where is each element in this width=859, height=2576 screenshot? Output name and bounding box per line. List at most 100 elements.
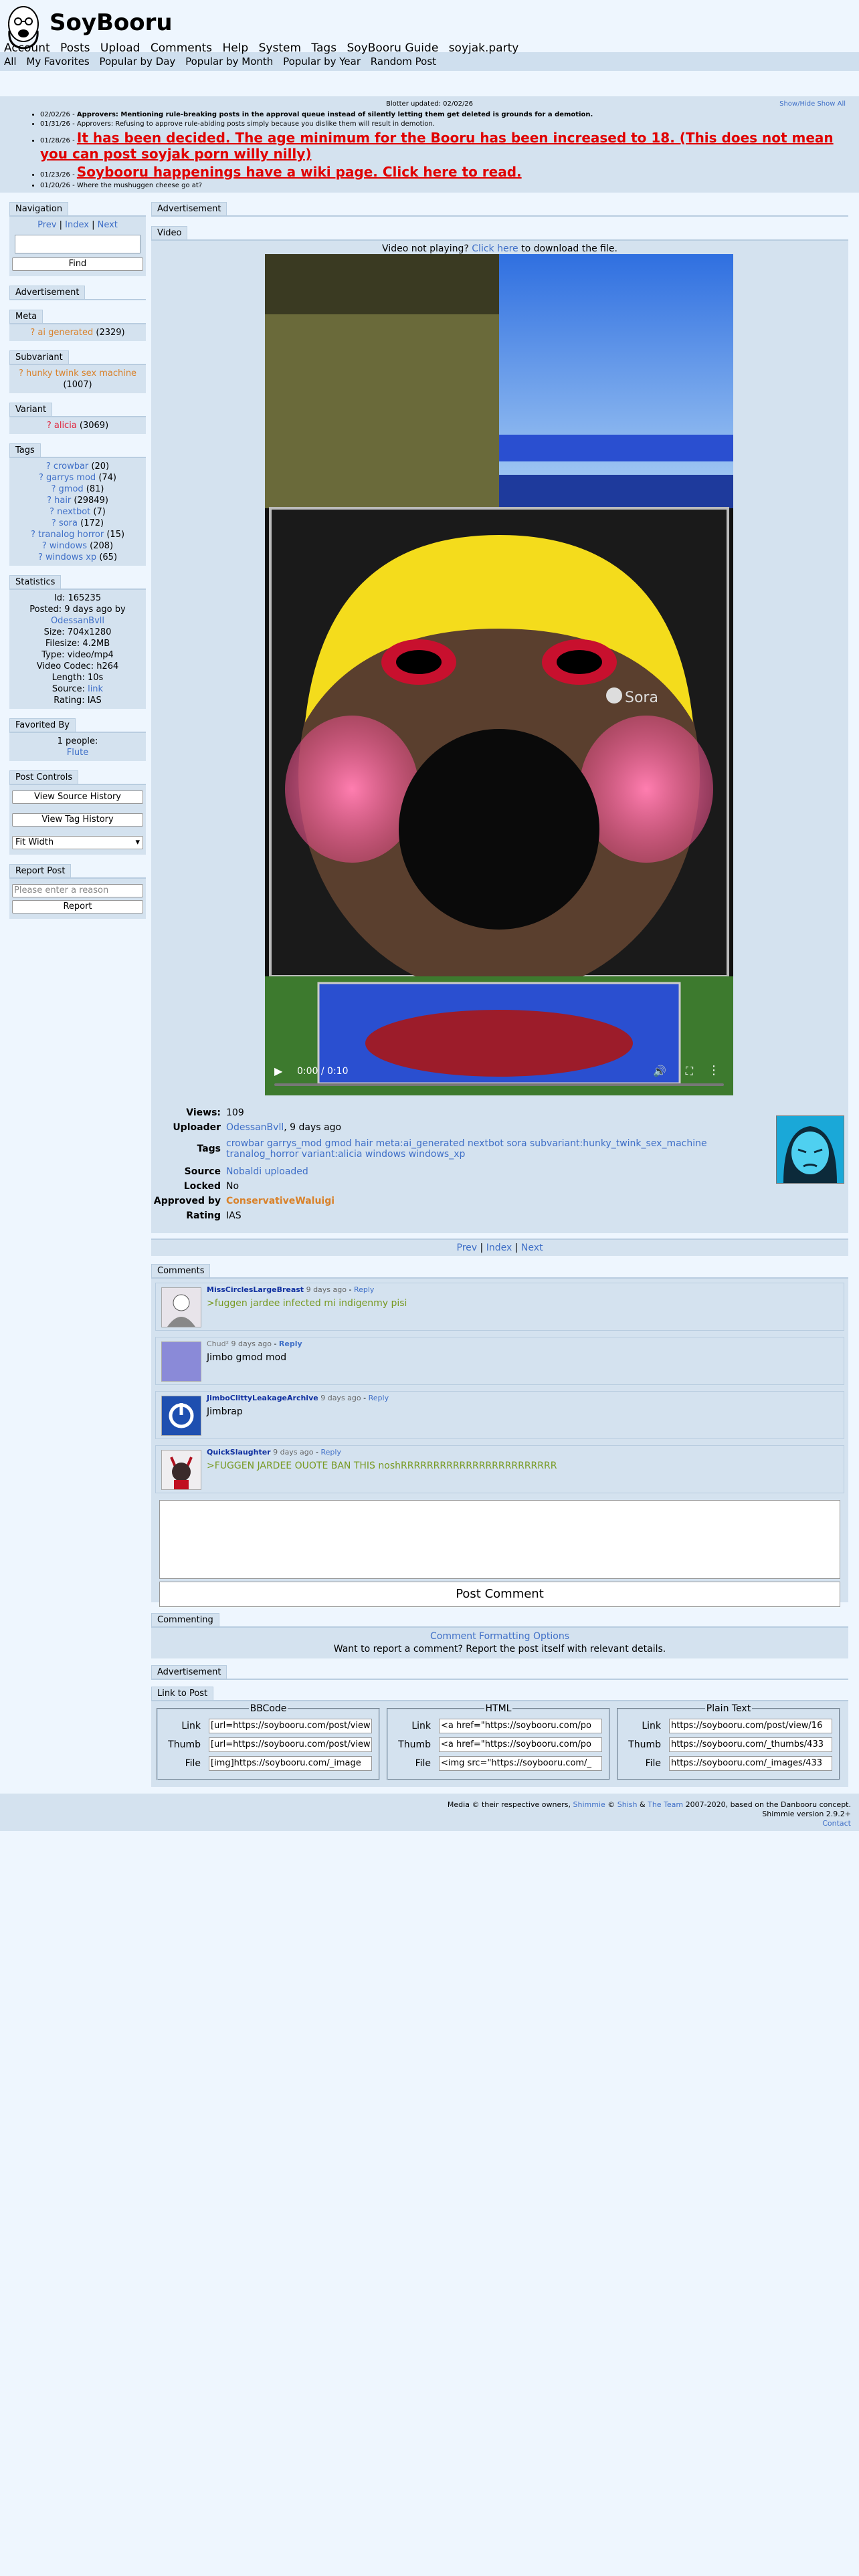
post-thumbnail[interactable] bbox=[776, 1115, 844, 1184]
report-button[interactable]: Report bbox=[12, 900, 143, 914]
nav-comments[interactable]: Comments bbox=[151, 41, 212, 55]
avatar[interactable] bbox=[161, 1450, 201, 1490]
comment: JimboClittyLeakageArchive 9 days ago - R… bbox=[155, 1391, 844, 1439]
tag-link[interactable]: ? hair bbox=[47, 496, 71, 506]
next-link[interactable]: Next bbox=[521, 1243, 543, 1253]
blotter-entry: 02/02/26 - Approvers: Mentioning rule-br… bbox=[40, 111, 859, 118]
subnav-popular-year[interactable]: Popular by Year bbox=[283, 56, 361, 68]
tag-item: ? crowbar (20) bbox=[45, 461, 110, 471]
tags-edit-field[interactable]: crowbar garrys_mod gmod hair meta:ai_gen… bbox=[226, 1138, 761, 1160]
nav-tags[interactable]: Tags bbox=[311, 41, 337, 55]
comment-textarea[interactable] bbox=[159, 1500, 840, 1579]
tag-link[interactable]: ? sora bbox=[52, 518, 78, 528]
nav-system[interactable]: System bbox=[259, 41, 301, 55]
bbcode-file-field[interactable]: [img]https://soybooru.com/_image bbox=[209, 1756, 372, 1771]
post-pager: Prev | Index | Next bbox=[151, 1239, 848, 1256]
nav-posts[interactable]: Posts bbox=[60, 41, 90, 55]
nav-upload[interactable]: Upload bbox=[100, 41, 140, 55]
source-link[interactable]: link bbox=[88, 684, 103, 694]
tag-link[interactable]: ? garrys mod bbox=[39, 473, 96, 483]
bbcode-thumb-field[interactable]: [url=https://soybooru.com/post/view bbox=[209, 1737, 372, 1752]
fit-select[interactable]: Fit Width ▾ bbox=[12, 836, 143, 849]
formatting-options-link[interactable]: Comment Formatting Options bbox=[151, 1630, 848, 1643]
wiki-link[interactable]: Soybooru happenings have a wiki page. Cl… bbox=[77, 164, 522, 180]
nav-soyjak-party[interactable]: soyjak.party bbox=[449, 41, 519, 55]
comment-text: >FUGGEN JARDEE OUOTE BAN THIS noshRRRRRR… bbox=[207, 1461, 557, 1471]
tag-link[interactable]: ? alicia bbox=[47, 421, 77, 431]
reply-link[interactable]: Reply bbox=[369, 1394, 389, 1402]
sub-nav: All My Favorites Popular by Day Popular … bbox=[0, 52, 859, 71]
favorite-user-link[interactable]: Flute bbox=[12, 747, 143, 758]
html-link-field[interactable]: <a href="https://soybooru.com/po bbox=[439, 1719, 602, 1733]
avatar[interactable] bbox=[161, 1396, 201, 1436]
index-link[interactable]: Index bbox=[486, 1243, 512, 1253]
contact-link[interactable]: Contact bbox=[0, 1819, 851, 1828]
blotter-entry: 01/31/26 - Approvers: Refusing to approv… bbox=[40, 120, 859, 128]
blotter-entry: 01/28/26 - It has been decided. The age … bbox=[40, 130, 859, 162]
nav-guide[interactable]: SoyBooru Guide bbox=[347, 41, 438, 55]
search-input[interactable] bbox=[15, 235, 140, 253]
html-thumb-field[interactable]: <a href="https://soybooru.com/po bbox=[439, 1737, 602, 1752]
find-button[interactable]: Find bbox=[12, 257, 143, 271]
comment-user[interactable]: Chud² bbox=[207, 1339, 229, 1348]
shish-link[interactable]: Shish bbox=[617, 1800, 638, 1809]
approver-link[interactable]: ConservativeWaluigi bbox=[226, 1196, 761, 1206]
view-tag-history-button[interactable]: View Tag History bbox=[12, 813, 143, 827]
reply-link[interactable]: Reply bbox=[279, 1339, 302, 1348]
site-footer: Media © their respective owners, Shimmie… bbox=[0, 1794, 859, 1831]
volume-icon[interactable]: 🔊 bbox=[653, 1065, 666, 1077]
video-caption: Video not playing? Click here to downloa… bbox=[382, 243, 617, 254]
video-player[interactable]: Sora ▶ 0:00 / 0:10 🔊 ⛶ ⋮ bbox=[265, 254, 733, 1095]
reply-link[interactable]: Reply bbox=[320, 1448, 341, 1457]
video-frame-image: Sora bbox=[265, 254, 733, 1095]
nav-help[interactable]: Help bbox=[222, 41, 248, 55]
tag-link[interactable]: ? hunky twink sex machine bbox=[19, 368, 136, 379]
tag-link[interactable]: ? tranalog horror bbox=[31, 530, 104, 540]
subnav-popular-day[interactable]: Popular by Day bbox=[100, 56, 176, 68]
prev-link[interactable]: Prev bbox=[457, 1243, 478, 1253]
site-title[interactable]: SoyBooru bbox=[50, 9, 173, 36]
plain-thumb-field[interactable]: https://soybooru.com/_thumbs/433 bbox=[669, 1737, 832, 1752]
poster-link[interactable]: OdessanBvll bbox=[12, 615, 143, 627]
shimmie-link[interactable]: Shimmie bbox=[573, 1800, 605, 1809]
post-comment-button[interactable]: Post Comment bbox=[159, 1582, 840, 1607]
plain-link-field[interactable]: https://soybooru.com/post/view/16 bbox=[669, 1719, 832, 1733]
comments-block: MissCirclesLargeBreast 9 days ago - Repl… bbox=[151, 1277, 848, 1607]
tag-link[interactable]: ? nextbot bbox=[50, 507, 90, 517]
blotter-toggle[interactable]: Show/Hide Show All bbox=[779, 100, 846, 108]
next-link[interactable]: Next bbox=[98, 220, 118, 230]
subnav-all[interactable]: All bbox=[4, 56, 17, 68]
bbcode-link-field[interactable]: [url=https://soybooru.com/post/view bbox=[209, 1719, 372, 1733]
tag-link[interactable]: ? windows bbox=[42, 541, 87, 551]
report-reason-input[interactable]: Please enter a reason bbox=[12, 884, 143, 897]
source-value[interactable]: Nobaldi uploaded bbox=[226, 1166, 761, 1177]
tag-link[interactable]: ? windows xp bbox=[38, 552, 96, 562]
tag-link[interactable]: ? ai generated bbox=[30, 328, 93, 338]
subnav-popular-month[interactable]: Popular by Month bbox=[185, 56, 273, 68]
comment-user[interactable]: MissCirclesLargeBreast bbox=[207, 1285, 304, 1294]
avatar[interactable] bbox=[161, 1287, 201, 1327]
comment-user[interactable]: QuickSlaughter bbox=[207, 1448, 271, 1457]
team-link[interactable]: The Team bbox=[648, 1800, 683, 1809]
tag-link[interactable]: ? gmod bbox=[52, 484, 84, 494]
subnav-favorites[interactable]: My Favorites bbox=[26, 56, 89, 68]
index-link[interactable]: Index bbox=[65, 220, 89, 230]
video-progress-bar[interactable] bbox=[274, 1083, 724, 1086]
uploader-link[interactable]: OdessanBvll bbox=[226, 1122, 284, 1133]
view-source-history-button[interactable]: View Source History bbox=[12, 790, 143, 804]
nav-account[interactable]: Account bbox=[4, 41, 50, 55]
play-icon[interactable]: ▶ bbox=[274, 1065, 282, 1077]
fullscreen-icon[interactable]: ⛶ bbox=[686, 1065, 693, 1078]
avatar[interactable] bbox=[161, 1341, 201, 1382]
more-options-icon[interactable]: ⋮ bbox=[708, 1063, 720, 1077]
comment-user[interactable]: JimboClittyLeakageArchive bbox=[207, 1394, 318, 1402]
download-link[interactable]: Click here bbox=[472, 243, 518, 254]
prev-link[interactable]: Prev bbox=[37, 220, 56, 230]
video-title: Video bbox=[151, 226, 188, 239]
subnav-random-post[interactable]: Random Post bbox=[371, 56, 436, 68]
blotter-entry: 01/23/26 - Soybooru happenings have a wi… bbox=[40, 164, 859, 180]
plain-file-field[interactable]: https://soybooru.com/_images/433 bbox=[669, 1756, 832, 1771]
reply-link[interactable]: Reply bbox=[354, 1285, 374, 1294]
tag-link[interactable]: ? crowbar bbox=[46, 461, 88, 471]
html-file-field[interactable]: <img src="https://soybooru.com/_ bbox=[439, 1756, 602, 1771]
